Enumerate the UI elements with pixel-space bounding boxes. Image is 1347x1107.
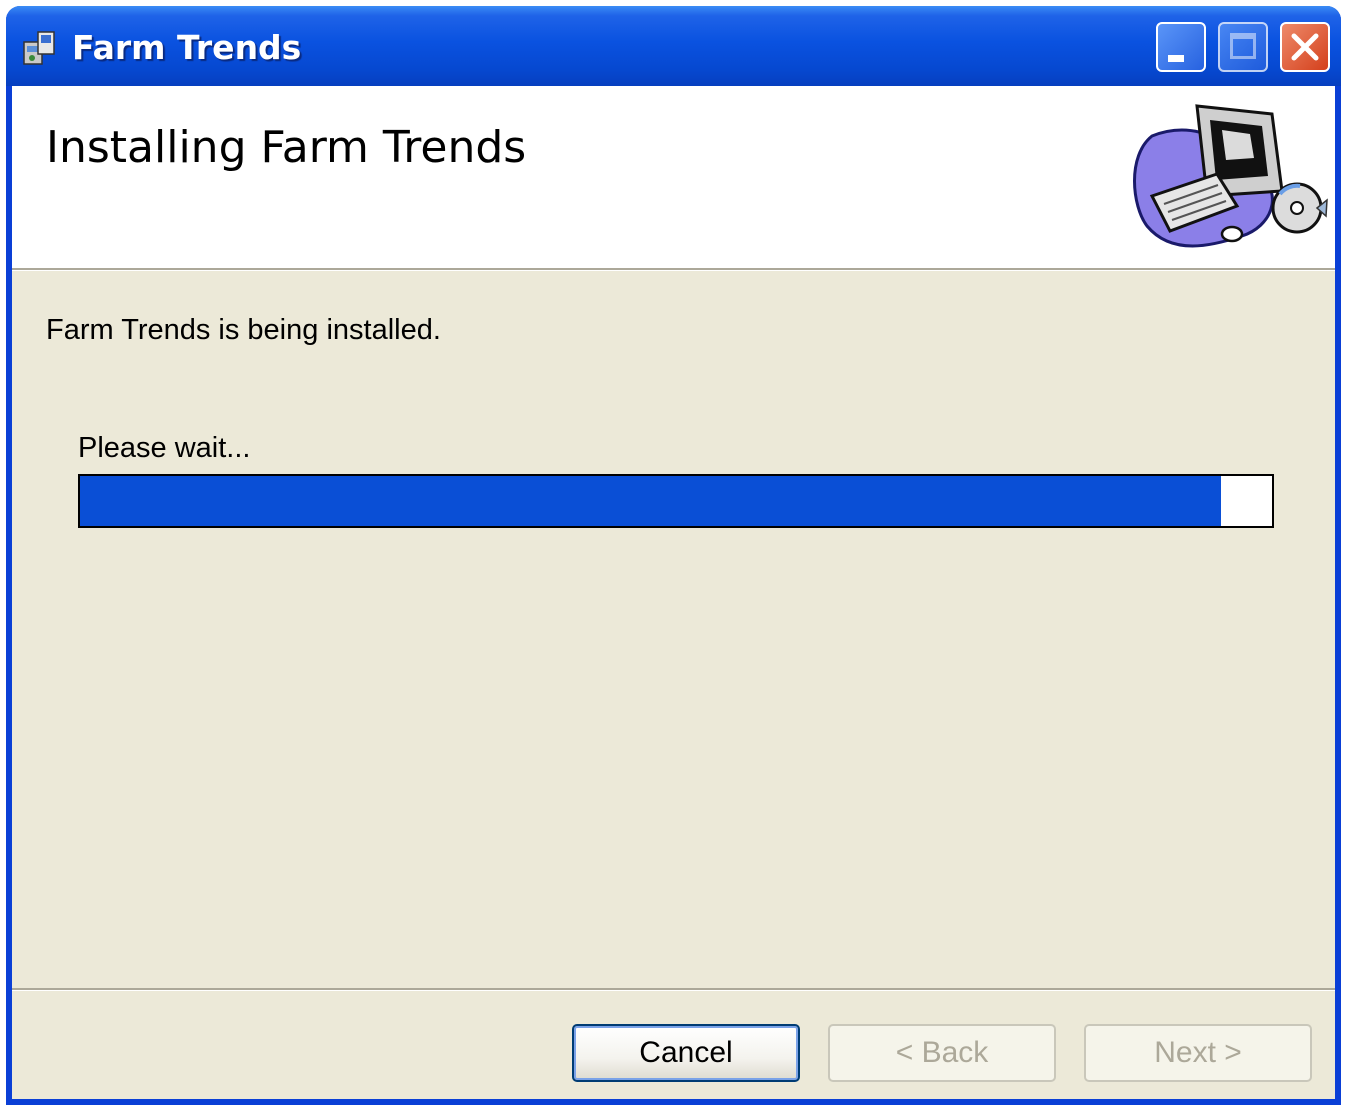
- wait-label: Please wait...: [78, 432, 251, 464]
- next-button: Next >: [1084, 1024, 1312, 1082]
- window-title: Farm Trends: [72, 28, 302, 67]
- title-bar[interactable]: Farm Trends: [6, 6, 1341, 86]
- cancel-button[interactable]: Cancel: [572, 1024, 800, 1082]
- footer-divider-highlight: [12, 990, 1335, 991]
- banner-divider: [12, 270, 1335, 271]
- back-button: < Back: [828, 1024, 1056, 1082]
- maximize-icon: [1230, 33, 1256, 59]
- page-title: Installing Farm Trends: [46, 122, 527, 173]
- minimize-button[interactable]: [1156, 22, 1206, 72]
- close-icon: [1291, 33, 1319, 61]
- progress-fill: [80, 476, 1221, 526]
- dialog-client-area: Installing Farm Trends Farm Trends is be…: [12, 86, 1335, 1099]
- close-button[interactable]: [1280, 22, 1330, 72]
- status-text: Farm Trends is being installed.: [46, 314, 441, 346]
- installer-app-icon: [23, 31, 55, 65]
- computer-install-icon: [1133, 104, 1328, 248]
- banner: Installing Farm Trends: [12, 86, 1335, 270]
- maximize-button: [1218, 22, 1268, 72]
- minimize-icon: [1168, 55, 1184, 62]
- installer-window: Farm Trends Installing Farm Trends Farm …: [6, 6, 1341, 1105]
- install-progress-bar: [78, 474, 1274, 528]
